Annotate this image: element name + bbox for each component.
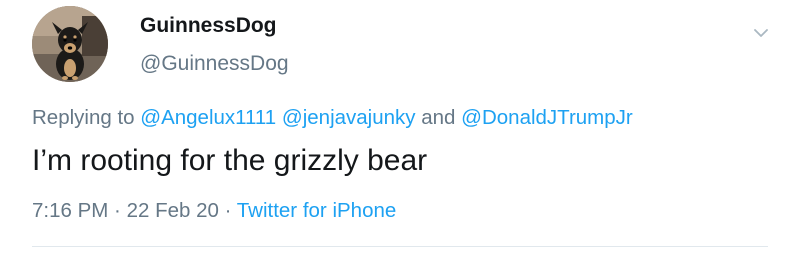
- dog-avatar-image: [32, 6, 108, 82]
- mention-link[interactable]: @Angelux1111: [140, 106, 276, 129]
- chevron-down-icon[interactable]: [748, 20, 774, 46]
- tweet-source-link[interactable]: Twitter for iPhone: [237, 199, 397, 222]
- replying-to-line: Replying to @Angelux1111 @jenjavajunky a…: [32, 106, 633, 130]
- author-display-name[interactable]: GuinnessDog: [140, 14, 277, 38]
- tweet: GuinnessDog @GuinnessDog Replying to @An…: [0, 0, 800, 254]
- mention-link[interactable]: @jenjavajunky: [282, 106, 416, 129]
- avatar[interactable]: [32, 6, 108, 82]
- tweet-meta: 7:16 PM · 22 Feb 20 · Twitter for iPhone: [32, 199, 396, 223]
- replying-prefix: Replying to: [32, 106, 141, 129]
- divider: [32, 246, 768, 247]
- replying-conjunction: and: [415, 106, 462, 129]
- tweet-time[interactable]: 7:16 PM: [32, 199, 108, 222]
- tweet-date[interactable]: 22 Feb 20: [127, 199, 219, 222]
- meta-separator: ·: [218, 199, 237, 222]
- tweet-text: I’m rooting for the grizzly bear: [32, 144, 428, 177]
- author-handle[interactable]: @GuinnessDog: [140, 52, 289, 76]
- mention-link[interactable]: @DonaldJTrumpJr: [461, 106, 633, 129]
- meta-separator: ·: [108, 199, 127, 222]
